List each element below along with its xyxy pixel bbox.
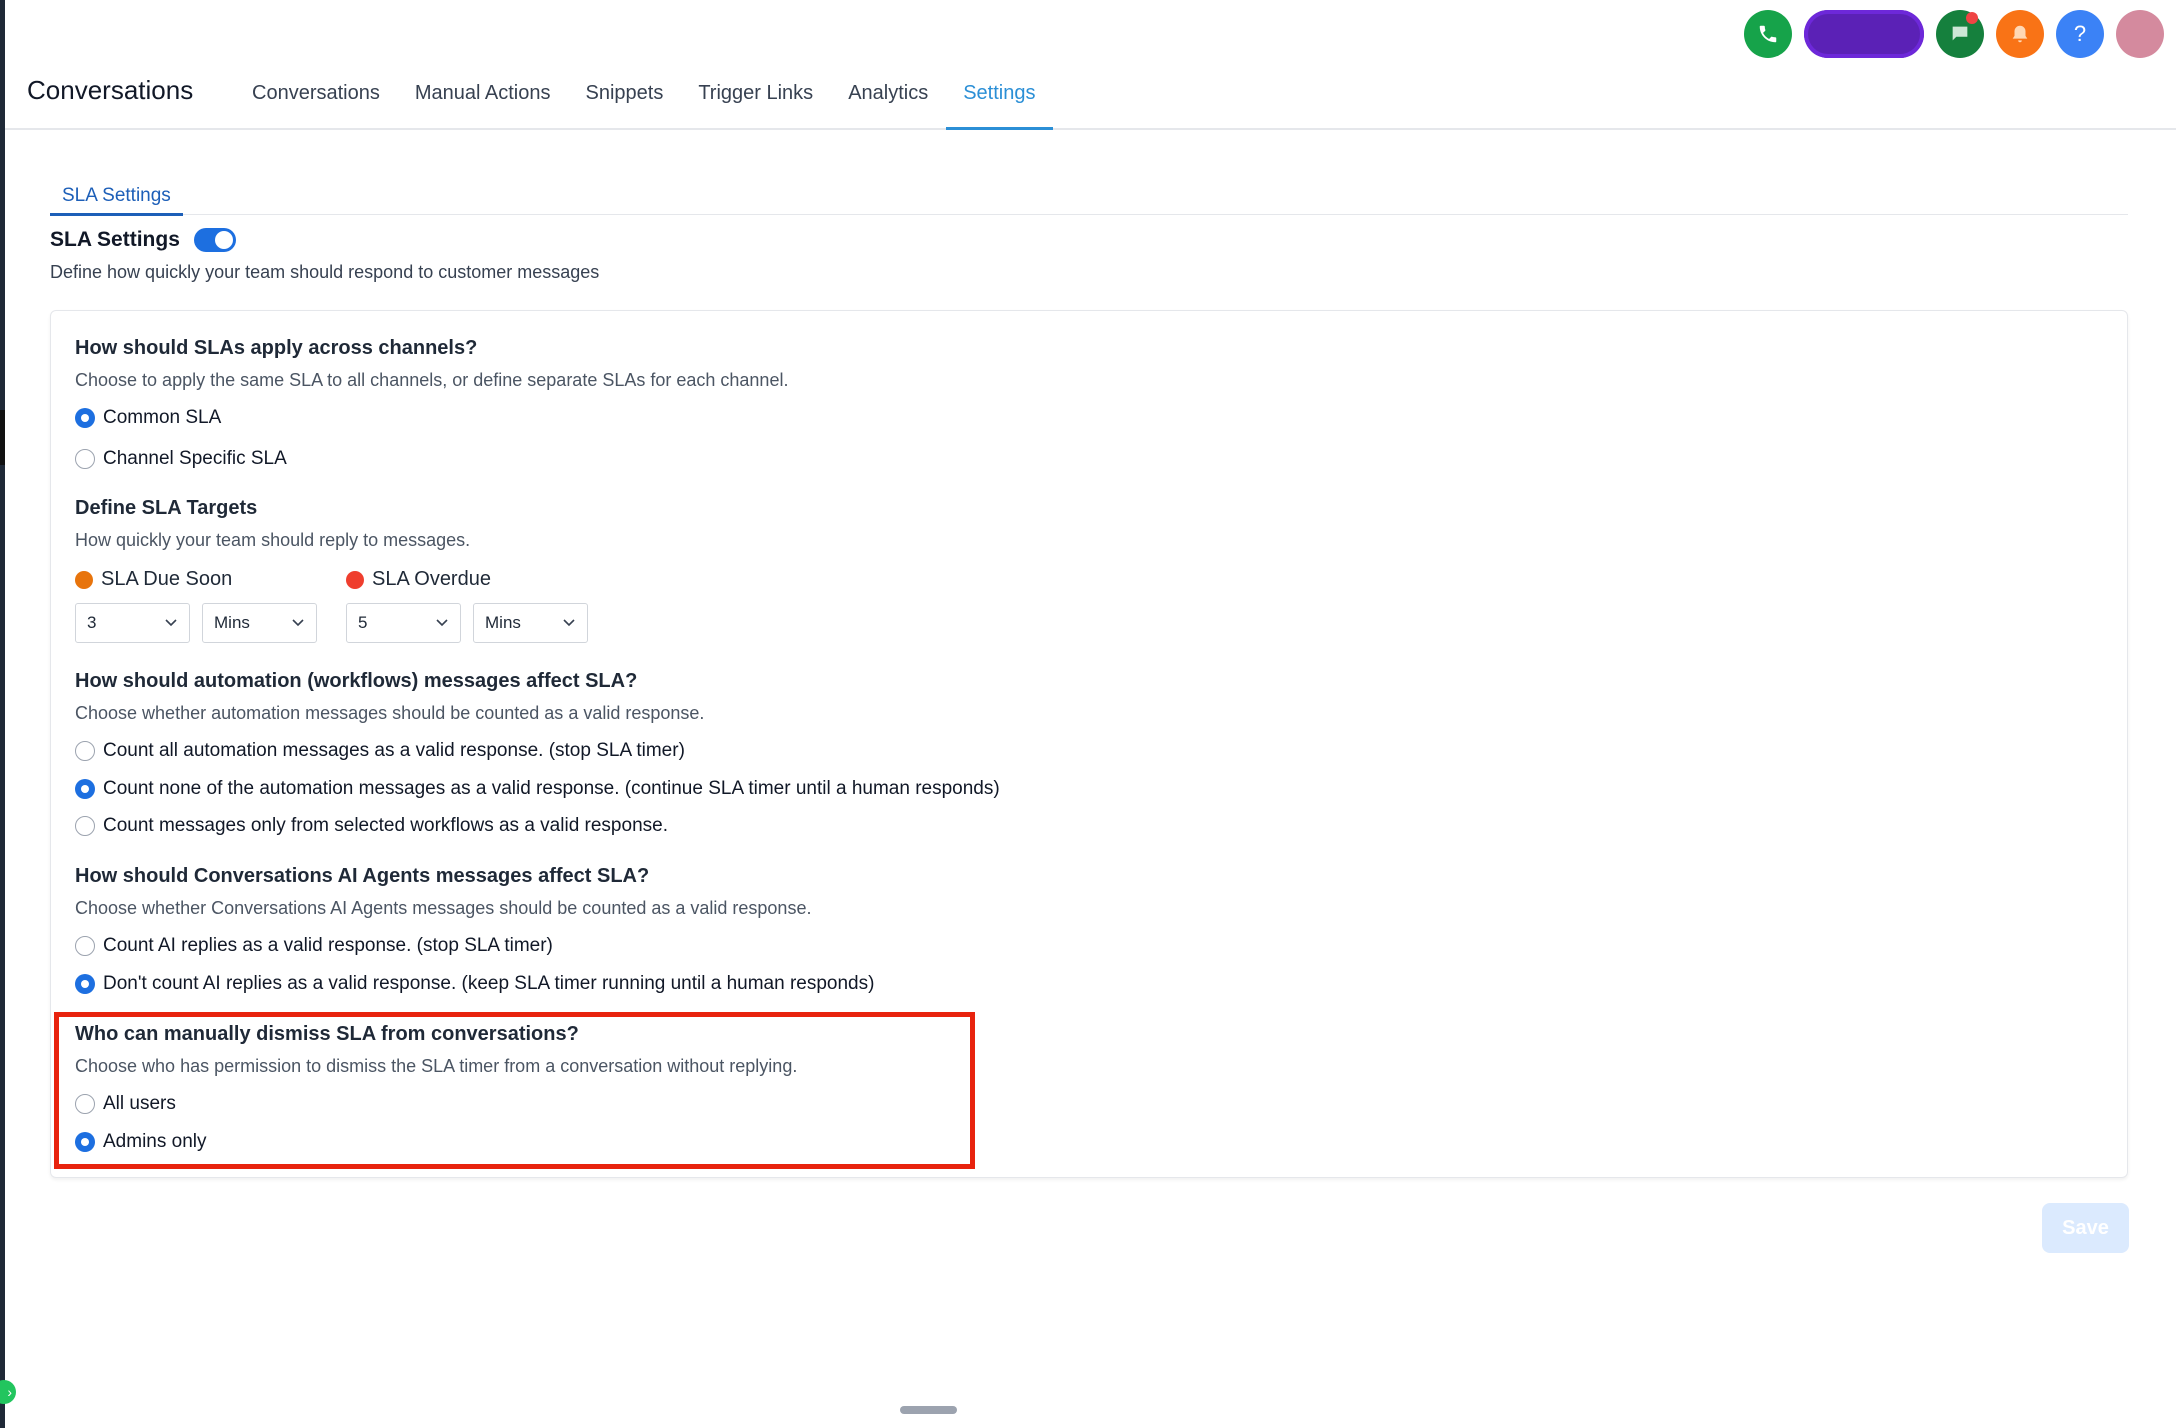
targets-title: Define SLA Targets: [75, 497, 258, 519]
sla-header: SLA Settings: [50, 228, 236, 252]
page-header: Conversations Conversations Manual Actio…: [5, 0, 2176, 130]
toggle-knob: [214, 231, 233, 249]
automation-question-description: Choose whether automation messages shoul…: [75, 703, 705, 723]
radio-label: Count AI replies as a valid response. (s…: [103, 935, 553, 956]
radio-label: Channel Specific SLA: [103, 448, 287, 469]
left-edge-bar: [0, 0, 5, 1428]
radio-indicator[interactable]: [75, 816, 95, 836]
channels-question-title: How should SLAs apply across channels?: [75, 337, 478, 359]
tab-settings[interactable]: Settings: [946, 60, 1054, 130]
select-value: Mins: [214, 613, 250, 632]
tab-manual-actions[interactable]: Manual Actions: [398, 60, 569, 130]
app-title: Conversations: [27, 75, 194, 105]
radio-label: Count none of the automation messages as…: [103, 778, 1000, 799]
tab-trigger-links[interactable]: Trigger Links: [681, 60, 831, 130]
radio-channel-specific-sla[interactable]: Channel Specific SLA: [75, 448, 287, 470]
sla-description: Define how quickly your team should resp…: [50, 262, 600, 282]
overdue-text: SLA Overdue: [372, 568, 491, 590]
radio-ai-count[interactable]: Count AI replies as a valid response. (s…: [75, 935, 553, 957]
radio-automation-selected[interactable]: Count messages only from selected workfl…: [75, 815, 668, 837]
ai-agents-question-title: How should Conversations AI Agents messa…: [75, 865, 650, 887]
radio-label: Count messages only from selected workfl…: [103, 815, 668, 836]
radio-indicator[interactable]: [75, 741, 95, 761]
select-value: 5: [358, 613, 368, 632]
scroll-handle[interactable]: [900, 1406, 957, 1414]
left-edge-marker: [0, 410, 5, 465]
tab-analytics[interactable]: Analytics: [831, 60, 946, 130]
radio-indicator[interactable]: [75, 779, 95, 799]
sla-overdue-label: SLA Overdue: [346, 568, 491, 591]
sla-due-soon-label: SLA Due Soon: [75, 568, 232, 591]
due-soon-text: SLA Due Soon: [101, 568, 233, 590]
subtab-sla-settings[interactable]: SLA Settings: [50, 183, 183, 216]
targets-description: How quickly your team should reply to me…: [75, 530, 471, 550]
radio-indicator[interactable]: [75, 408, 95, 428]
radio-automation-all[interactable]: Count all automation messages as a valid…: [75, 740, 685, 762]
save-button[interactable]: Save: [2042, 1203, 2129, 1253]
tab-snippets[interactable]: Snippets: [568, 60, 681, 130]
top-nav: Conversations Manual Actions Snippets Tr…: [235, 60, 1054, 130]
collapse-sidebar-icon[interactable]: ›: [0, 1380, 16, 1404]
tab-conversations[interactable]: Conversations: [235, 60, 398, 130]
radio-label: Common SLA: [103, 407, 222, 428]
radio-indicator[interactable]: [75, 974, 95, 994]
select-value: Mins: [485, 613, 521, 632]
automation-question-title: How should automation (workflows) messag…: [75, 670, 638, 692]
select-value: 3: [87, 613, 97, 632]
chevron-down-icon: [436, 619, 448, 627]
settings-subtabs: SLA Settings: [50, 183, 2128, 216]
overdue-value-select[interactable]: 5: [346, 603, 461, 643]
chevron-down-icon: [165, 619, 177, 627]
radio-common-sla[interactable]: Common SLA: [75, 407, 221, 429]
radio-indicator[interactable]: [75, 449, 95, 469]
due-soon-unit-select[interactable]: Mins: [202, 603, 317, 643]
overdue-dot: [346, 570, 364, 589]
overdue-unit-select[interactable]: Mins: [473, 603, 588, 643]
radio-label: Count all automation messages as a valid…: [103, 740, 685, 761]
due-soon-dot: [75, 570, 93, 589]
radio-label: Don't count AI replies as a valid respon…: [103, 973, 875, 994]
ai-agents-question-description: Choose whether Conversations AI Agents m…: [75, 898, 812, 918]
channels-question-description: Choose to apply the same SLA to all chan…: [75, 370, 789, 390]
sla-settings-title: SLA Settings: [50, 228, 180, 251]
radio-automation-none[interactable]: Count none of the automation messages as…: [75, 778, 1000, 800]
sla-enabled-toggle[interactable]: [193, 228, 236, 252]
highlight-box: [54, 1012, 975, 1169]
radio-ai-dont-count[interactable]: Don't count AI replies as a valid respon…: [75, 973, 874, 995]
due-soon-value-select[interactable]: 3: [75, 603, 190, 643]
chevron-down-icon: [292, 619, 304, 627]
radio-indicator[interactable]: [75, 936, 95, 956]
chevron-down-icon: [563, 619, 575, 627]
